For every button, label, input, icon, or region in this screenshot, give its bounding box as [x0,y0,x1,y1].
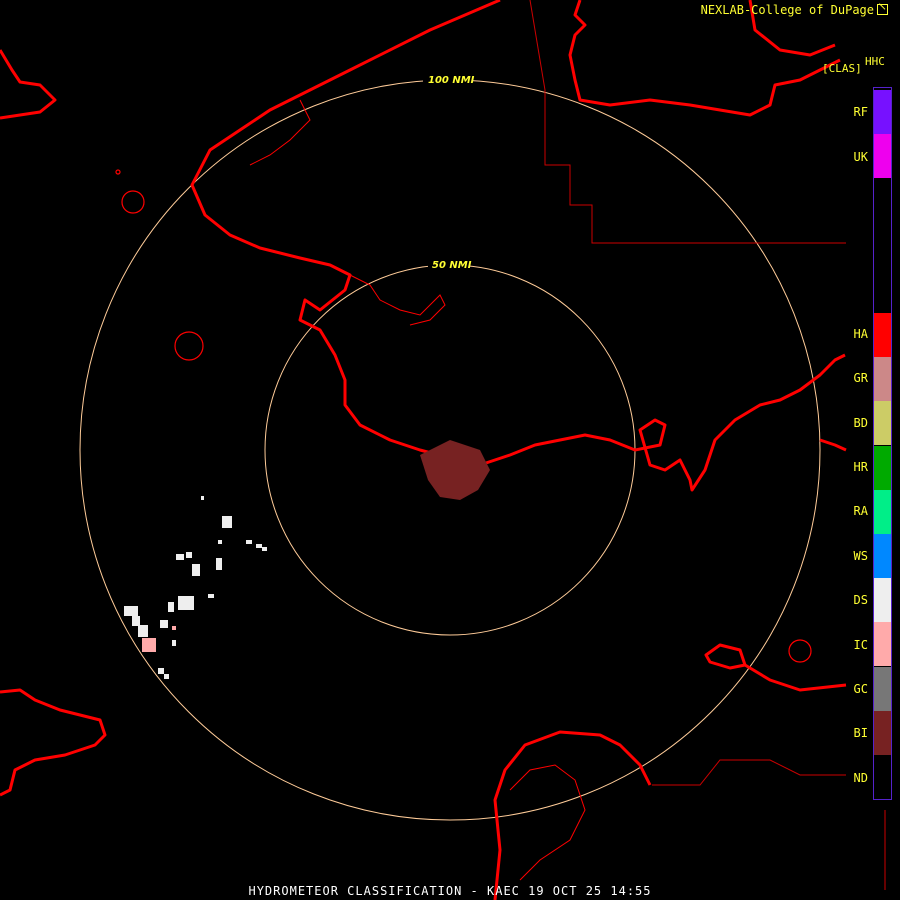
legend-label-ha: HA [853,327,868,341]
legend-swatch-ws [874,534,891,578]
legend-label-nd: ND [853,771,868,785]
legend-swatch-bd [874,401,891,445]
bay-outlines [249,99,586,881]
credit-text: NEXLAB-College of DuPage [701,3,888,17]
legend-label-ic: IC [853,638,868,652]
lakes [115,169,812,663]
legend-label-gc: GC [853,682,868,696]
ring-label-100: 100 NMI [428,75,475,86]
legend-swatch-bi [874,711,891,755]
legend-label-ra: RA [853,504,868,518]
product-class: [CLAS] [822,62,862,75]
radar-map: 100 NMI 50 NMI [0,0,886,900]
legend-label-rf: RF [853,105,868,119]
legend-label-ds: DS [853,593,868,607]
legend-swatch-ds [874,578,891,622]
legend-swatch-hr [874,446,891,490]
legend-swatch-ra [874,490,891,534]
ring-label-50: 50 NMI [432,260,472,271]
color-legend [873,87,892,800]
external-link-icon [877,4,888,15]
legend-swatch-gr [874,357,891,401]
coastlines [0,0,847,900]
biological-echo [420,440,490,500]
legend-swatch-uk [874,134,891,178]
legend-label-ws: WS [853,549,868,563]
legend-label-uk: UK [853,150,868,164]
product-footer: HYDROMETEOR CLASSIFICATION - KAEC 19 OCT… [248,884,652,898]
legend-swatch-rf [874,90,891,134]
legend-swatch-ha [874,313,891,357]
legend-swatch-gc [874,667,891,711]
legend-label-bi: BI [853,726,868,740]
legend-label-hr: HR [853,460,868,474]
legend-label-bd: BD [853,416,868,430]
legend-label-gr: GR [853,371,868,385]
legend-swatch-ic [874,622,891,666]
product-code: HHC [865,55,885,68]
